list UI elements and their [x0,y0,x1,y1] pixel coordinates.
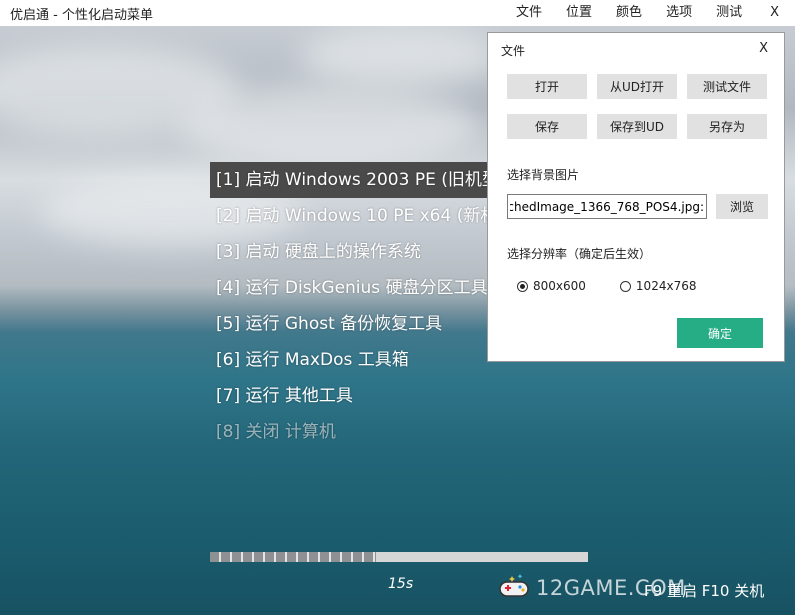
boot-item-3[interactable]: [3] 启动 硬盘上的操作系统 [210,234,522,270]
open-button[interactable]: 打开 [507,74,587,99]
cloud [180,86,480,166]
browse-button[interactable]: 浏览 [716,194,768,219]
boot-item-2[interactable]: [2] 启动 Windows 10 PE x64 (新机型 [210,198,522,234]
boot-item-4[interactable]: [4] 运行 DiskGenius 硬盘分区工具 [210,270,522,306]
save-as-button[interactable]: 另存为 [687,114,767,139]
open-from-ud-button[interactable]: 从UD打开 [597,74,677,99]
menu-file[interactable]: 文件 [504,0,554,26]
background-image-label: 选择背景图片 [507,168,580,182]
dialog-title: 文件 [501,44,526,58]
resolution-1024x768-label[interactable]: 1024x768 [636,279,697,293]
reboot-shutdown-hint: F9 重启 F10 关机 [644,582,765,600]
resolution-options: 800x600 1024x768 [517,279,730,293]
title-bar: 优启通 - 个性化启动菜单 文件 位置 颜色 选项 测试 X [0,0,795,26]
boot-item-6[interactable]: [6] 运行 MaxDos 工具箱 [210,342,522,378]
cloud [300,26,500,86]
background-path-input[interactable] [507,194,707,219]
app-title: 优启通 - 个性化启动菜单 [10,8,153,23]
boot-item-5[interactable]: [5] 运行 Ghost 备份恢复工具 [210,306,522,342]
menu-color[interactable]: 颜色 [604,0,654,26]
resolution-1024x768-radio[interactable] [619,280,631,292]
boot-menu-list: [1] 启动 Windows 2003 PE (旧机型 [2] 启动 Windo… [210,162,522,450]
save-button[interactable]: 保存 [507,114,587,139]
menu-options[interactable]: 选项 [654,0,704,26]
watermark: 12GAME.COM [498,562,685,608]
menu-position[interactable]: 位置 [554,0,604,26]
countdown-timer: 15s [388,576,414,592]
window-close-button[interactable]: X [754,0,795,26]
boot-item-7[interactable]: [7] 运行 其他工具 [210,378,522,414]
test-file-button[interactable]: 测试文件 [687,74,767,99]
save-to-ud-button[interactable]: 保存到UD [597,114,677,139]
file-dialog: 文件 X 打开 从UD打开 测试文件 保存 保存到UD 另存为 选择背景图片 浏… [487,32,785,362]
resolution-label: 选择分辨率（确定后生效） [507,247,652,261]
resolution-800x600-label[interactable]: 800x600 [533,279,586,293]
gamepad-icon [499,574,529,597]
menu-bar: 文件 位置 颜色 选项 测试 X [504,0,795,26]
boot-item-8[interactable]: [8] 关闭 计算机 [210,414,522,450]
progress-fill [210,552,377,562]
boot-item-1[interactable]: [1] 启动 Windows 2003 PE (旧机型 [210,162,522,198]
countdown-progress-bar [210,552,588,562]
dialog-close-button[interactable]: X [759,41,768,56]
confirm-button[interactable]: 确定 [677,318,763,348]
menu-test[interactable]: 测试 [704,0,754,26]
resolution-800x600-radio[interactable] [517,280,528,292]
